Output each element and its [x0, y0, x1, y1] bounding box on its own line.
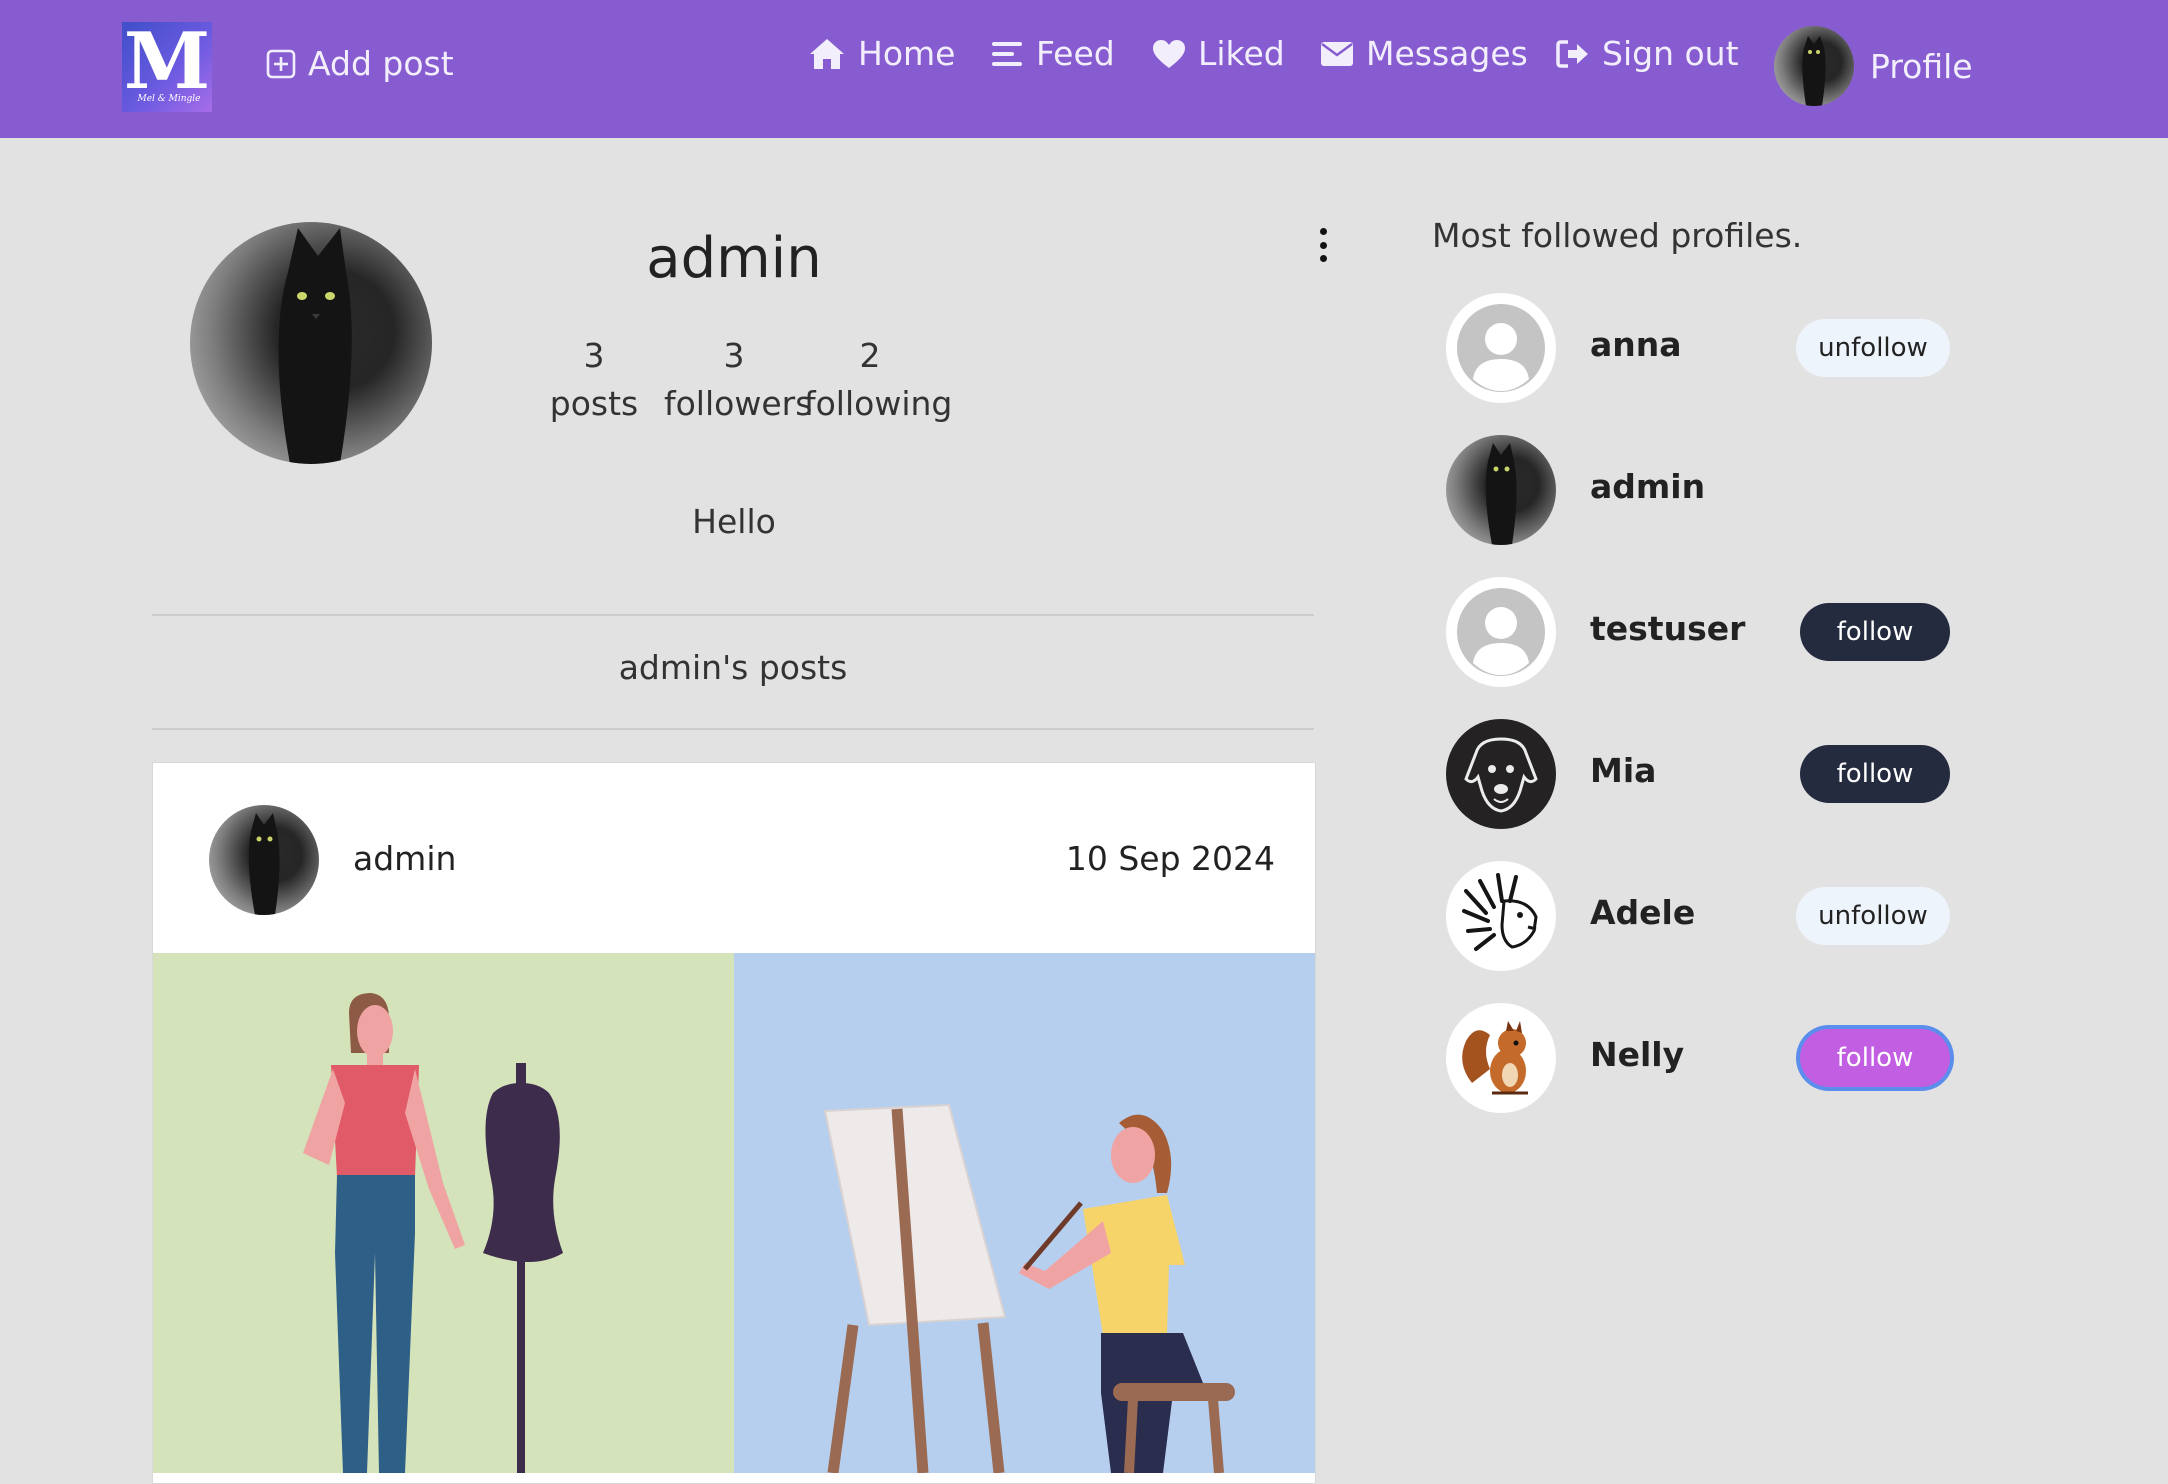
envelope-icon: [1321, 41, 1353, 66]
logo-letter: M: [123, 16, 211, 107]
stat-followers[interactable]: 3 followers: [664, 332, 813, 428]
profile-username: admin: [646, 226, 822, 291]
suggested-profile-row: Nelly follow: [1446, 1003, 1986, 1115]
divider: [152, 614, 1314, 616]
post-author-avatar[interactable]: [209, 805, 319, 915]
lion-avatar[interactable]: [1446, 861, 1556, 971]
stat-following-label: following: [804, 384, 953, 423]
post-card[interactable]: admin 10 Sep 2024: [152, 762, 1316, 1484]
nav-liked-label: Liked: [1198, 34, 1285, 73]
posts-heading: admin's posts: [618, 648, 848, 687]
squirrel-avatar[interactable]: [1446, 1003, 1556, 1113]
profile-avatar: [190, 222, 432, 464]
nav-profile-label: Profile: [1870, 46, 1973, 86]
post-date: 10 Sep 2024: [1065, 839, 1275, 878]
nav-feed-label: Feed: [1036, 34, 1115, 73]
suggested-profile-name[interactable]: anna: [1590, 325, 1682, 364]
add-post-link[interactable]: Add post: [266, 44, 454, 83]
suggested-profile-row: Mia follow: [1446, 719, 1986, 831]
suggested-profile-avatar[interactable]: [1446, 435, 1556, 545]
suggested-profile-row: testuser follow: [1446, 577, 1986, 689]
default-avatar-icon[interactable]: [1446, 577, 1556, 687]
sidebar-title: Most followed profiles.: [1432, 216, 1803, 255]
nav-sign-out-label: Sign out: [1602, 34, 1739, 73]
follow-button[interactable]: follow: [1800, 745, 1950, 803]
dog-avatar[interactable]: [1446, 719, 1556, 829]
nav-messages[interactable]: Messages: [1320, 34, 1528, 73]
suggested-profile-row: Adele unfollow: [1446, 861, 1986, 973]
nav-home-label: Home: [858, 34, 956, 73]
menu-lines-icon: [992, 41, 1022, 66]
suggested-profile-row: admin: [1446, 435, 1986, 547]
default-avatar-icon[interactable]: [1446, 293, 1556, 403]
nav-messages-label: Messages: [1366, 34, 1528, 73]
stat-following[interactable]: 2 following: [804, 332, 953, 428]
nav-liked[interactable]: Liked: [1152, 34, 1285, 73]
suggested-profile-name[interactable]: testuser: [1590, 609, 1745, 648]
logo-script: Mel & Mingle: [137, 94, 201, 104]
heart-icon: [1153, 39, 1185, 68]
stat-posts-value: 3: [583, 336, 605, 375]
plus-square-icon: [266, 49, 296, 78]
unfollow-button[interactable]: unfollow: [1796, 887, 1950, 945]
stat-followers-label: followers: [664, 384, 813, 423]
follow-button[interactable]: follow: [1800, 603, 1950, 661]
profile-bio: Hello: [692, 502, 776, 541]
post-image[interactable]: [153, 953, 1315, 1473]
nav-profile[interactable]: Profile: [1774, 26, 1973, 106]
top-navbar: M Mel & Mingle Add post Home Feed Liked: [0, 0, 2168, 138]
more-options-icon[interactable]: [1312, 228, 1334, 262]
suggested-profile-row: anna unfollow: [1446, 293, 1986, 405]
home-icon: [810, 38, 844, 69]
nav-avatar: [1774, 26, 1854, 106]
stat-posts-label: posts: [549, 384, 639, 423]
suggested-profile-name[interactable]: Nelly: [1590, 1035, 1684, 1074]
suggested-profile-name[interactable]: Adele: [1590, 893, 1695, 932]
sign-out-icon: [1556, 39, 1588, 68]
add-post-label: Add post: [308, 44, 454, 83]
post-author-name[interactable]: admin: [353, 839, 456, 878]
stat-following-value: 2: [859, 336, 881, 375]
suggested-profile-name[interactable]: admin: [1590, 467, 1705, 506]
nav-sign-out[interactable]: Sign out: [1556, 34, 1739, 73]
nav-feed[interactable]: Feed: [992, 34, 1115, 73]
follow-button[interactable]: follow: [1800, 1029, 1950, 1087]
unfollow-button[interactable]: unfollow: [1796, 319, 1950, 377]
nav-home[interactable]: Home: [808, 34, 955, 73]
divider: [152, 728, 1314, 730]
site-logo[interactable]: M Mel & Mingle: [122, 22, 212, 112]
suggested-profile-name[interactable]: Mia: [1590, 751, 1656, 790]
stat-followers-value: 3: [723, 336, 745, 375]
stat-posts: 3 posts: [548, 332, 640, 428]
